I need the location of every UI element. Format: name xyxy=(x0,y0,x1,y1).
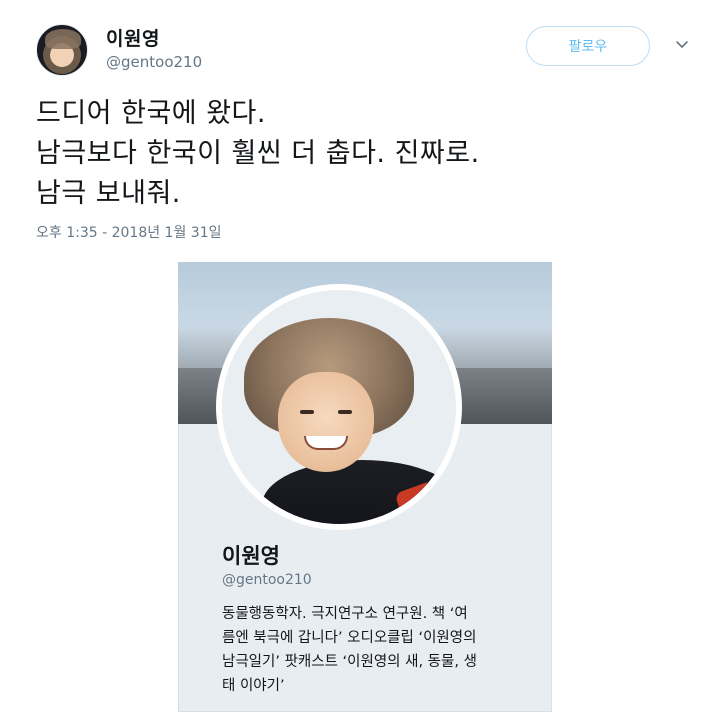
author-name[interactable]: 이원영 xyxy=(106,24,160,51)
tweet-text-line: 드디어 한국에 왔다. xyxy=(36,98,266,129)
photo-eye xyxy=(300,410,314,414)
photo-face xyxy=(278,372,374,472)
profile-card[interactable]: 이원영 @gentoo210 동물행동학자. 극지연구소 연구원. 책 ‘여 름… xyxy=(178,262,552,712)
tweet-text-line: 남극보다 한국이 훨씬 더 춥다. 진짜로. xyxy=(36,138,480,169)
tweet-text-line: 남극 보내줘. xyxy=(36,178,181,209)
profile-picture[interactable] xyxy=(216,284,462,530)
follow-button[interactable]: 팔로우 xyxy=(526,26,650,66)
chevron-down-icon[interactable] xyxy=(674,36,690,52)
profile-card-handle[interactable]: @gentoo210 xyxy=(222,572,312,588)
bio-line: 태 이야기’ xyxy=(222,678,285,694)
photo-eye xyxy=(338,410,352,414)
tweet-text: 드디어 한국에 왔다. 남극보다 한국이 훨씬 더 춥다. 진짜로. 남극 보내… xyxy=(36,94,696,214)
bio-line: 름엔 북극에 갑니다’ 오디오클립 ‘이원영의 xyxy=(222,630,477,646)
profile-card-name[interactable]: 이원영 xyxy=(222,540,280,570)
profile-photo xyxy=(222,290,456,524)
profile-card-bio: 동물행동학자. 극지연구소 연구원. 책 ‘여 름엔 북극에 갑니다’ 오디오클… xyxy=(222,602,540,698)
tweet-timestamp[interactable]: 오후 1:35 - 2018년 1월 31일 xyxy=(36,222,222,242)
author-avatar[interactable] xyxy=(36,24,88,76)
bio-line: 동물행동학자. 극지연구소 연구원. 책 ‘여 xyxy=(222,606,468,622)
bio-line: 남극일기’ 팟캐스트 ‘이원영의 새, 동물, 생 xyxy=(222,654,477,670)
author-handle[interactable]: @gentoo210 xyxy=(106,53,202,71)
tweet-header: 이원영 @gentoo210 팔로우 xyxy=(36,20,696,84)
